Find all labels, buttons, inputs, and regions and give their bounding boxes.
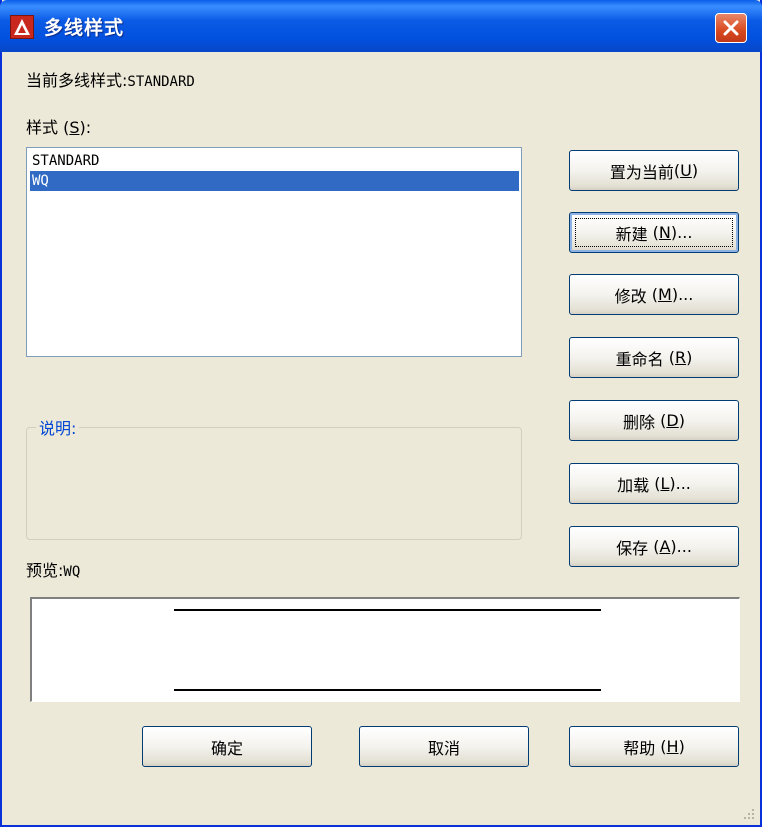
current-style-value: STANDARD	[127, 74, 195, 90]
preview-label-line: 预览:WQ	[26, 557, 80, 581]
delete-button[interactable]: 删除 (D)	[569, 400, 739, 441]
help-button[interactable]: 帮助 (H)	[569, 726, 739, 767]
description-legend: 说明:	[36, 415, 80, 439]
current-style-label: 当前多线样式:	[26, 71, 128, 90]
close-button[interactable]	[715, 13, 747, 43]
title-bar[interactable]: 多线样式	[0, 0, 762, 52]
ok-button[interactable]: 确定	[142, 726, 312, 767]
set-current-button[interactable]: 置为当前(U)	[569, 150, 739, 191]
list-item-selected[interactable]: WQ	[30, 171, 519, 191]
preview-value: WQ	[63, 564, 81, 580]
modify-button[interactable]: 修改 (M)...	[569, 274, 739, 315]
cancel-button[interactable]: 取消	[359, 726, 529, 767]
preview-line-bottom	[174, 689, 601, 691]
preview-line-top	[174, 609, 601, 611]
close-icon	[723, 20, 739, 36]
resize-grip-icon[interactable]	[742, 807, 756, 821]
new-button[interactable]: 新建 (N)...	[569, 212, 739, 253]
styles-label: 样式 (S):	[26, 118, 92, 137]
preview-label: 预览:	[26, 561, 64, 580]
window-title: 多线样式	[44, 17, 125, 39]
list-item[interactable]: STANDARD	[30, 151, 519, 171]
description-group	[26, 427, 522, 540]
multiline-style-dialog: 多线样式 当前多线样式:STANDARD 样式 (S): STANDARD WQ…	[0, 0, 762, 827]
styles-listbox[interactable]: STANDARD WQ	[26, 147, 522, 357]
preview-panel	[30, 597, 740, 702]
current-style-line: 当前多线样式:STANDARD	[26, 67, 195, 91]
autocad-logo-icon	[10, 15, 34, 39]
load-button[interactable]: 加载 (L)...	[569, 463, 739, 504]
save-button[interactable]: 保存 (A)...	[569, 526, 739, 567]
rename-button[interactable]: 重命名 (R)	[569, 337, 739, 378]
